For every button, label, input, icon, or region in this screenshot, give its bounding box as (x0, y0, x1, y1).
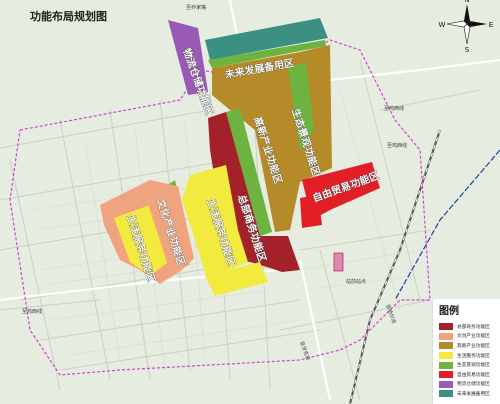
road-label-r2: 至鸡西线 (384, 105, 404, 112)
legend-label: 文创产业功能区 (457, 334, 490, 340)
road-label-station: 站前站点 (346, 278, 366, 285)
legend-label: 生活服务功能区 (457, 353, 490, 359)
compass-s: S (465, 46, 470, 54)
legend-label: 总部商务功能区 (457, 324, 490, 330)
legend-item: 自由贸易功能区 (439, 370, 500, 380)
legend-label: 自由贸易功能区 (457, 372, 490, 378)
legend-item: 总部商务功能区 (439, 322, 500, 332)
map-canvas: 未来发展备用区 物流仓储功能区 高新产业功能区 生态景观功能区 自由贸易功能区 … (0, 0, 500, 404)
compass-e: E (489, 21, 493, 29)
legend-item: 生活服务功能区 (439, 351, 500, 361)
legend-label: 未来发展备用区 (457, 391, 490, 397)
road-label-r1: 至乔家嘴 (186, 4, 206, 11)
legend-label: 高新产业功能区 (457, 343, 490, 349)
legend-title: 图例 (439, 306, 459, 317)
legend-swatch (439, 352, 453, 360)
legend-item: 高新产业功能区 (439, 341, 500, 351)
compass-w: W (439, 21, 446, 29)
legend: 图例 总部商务功能区 文创产业功能区 高新产业功能区 生活服务功能区 生态景观功能区 自由… (432, 299, 500, 404)
map-title: 功能布局规划图 (30, 10, 107, 23)
road-label-r4: 至鸡西线 (22, 308, 42, 315)
legend-swatch (439, 332, 453, 340)
legend-swatch (439, 342, 453, 350)
map-svg: 未来发展备用区 物流仓储功能区 高新产业功能区 生态景观功能区 自由贸易功能区 … (0, 0, 500, 404)
compass-n: N (464, 0, 469, 4)
legend-item: 生态景观功能区 (439, 360, 500, 370)
legend-item: 未来发展备用区 (439, 389, 500, 399)
legend-swatch (439, 390, 453, 398)
legend-swatch (439, 380, 453, 388)
station-icon (333, 252, 344, 272)
legend-label: 生态景观功能区 (457, 363, 490, 369)
legend-swatch (439, 323, 453, 331)
legend-swatch (439, 361, 453, 369)
legend-items: 总部商务功能区 文创产业功能区 高新产业功能区 生活服务功能区 生态景观功能区 自由贸易功… (433, 322, 500, 399)
legend-item: 物流仓储功能区 (439, 380, 500, 390)
legend-item: 文创产业功能区 (439, 332, 500, 342)
road-label-r3: 至鸡西线 (387, 142, 407, 149)
legend-swatch (439, 371, 453, 379)
legend-label: 物流仓储功能区 (457, 382, 490, 388)
